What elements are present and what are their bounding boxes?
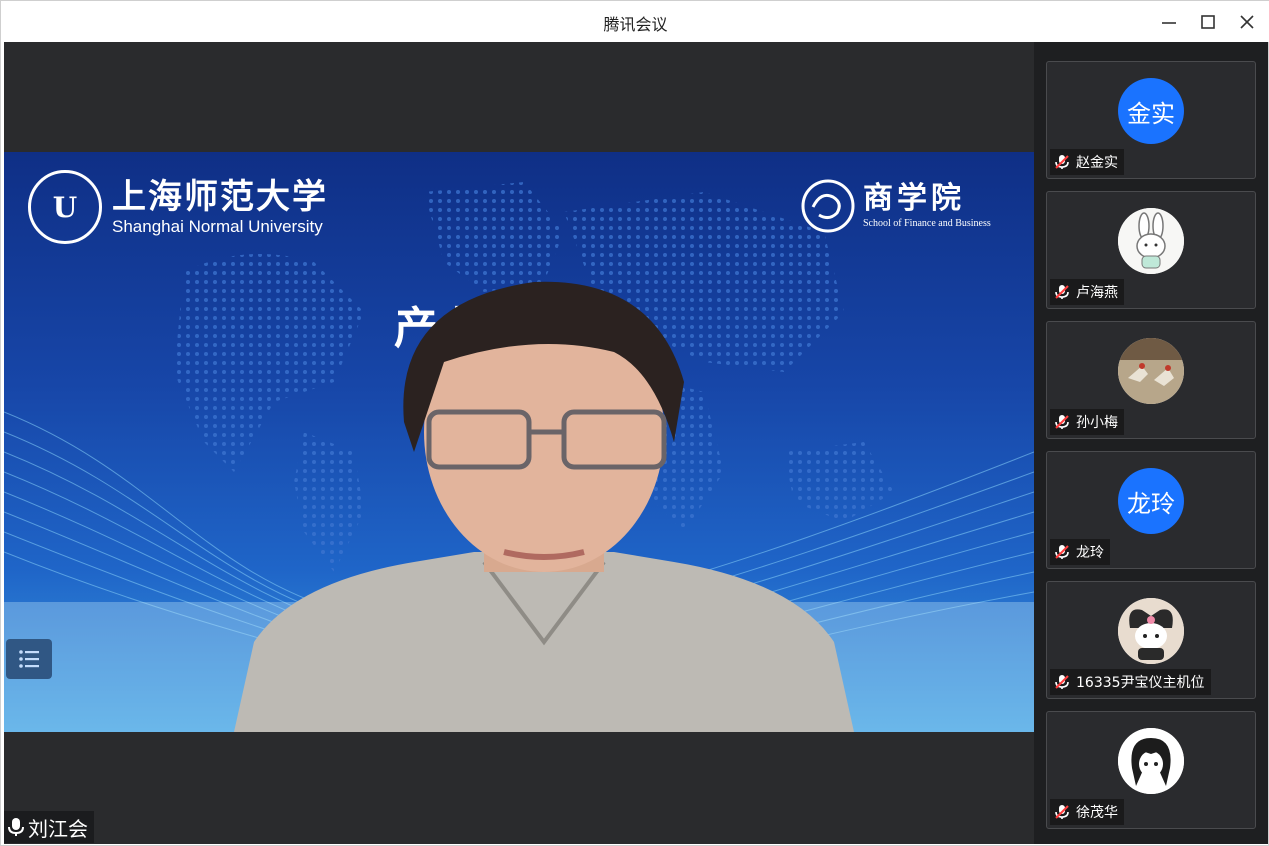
mic-muted-icon [1054, 804, 1070, 820]
anime-girl-avatar-icon [1118, 728, 1184, 794]
layout-list-button[interactable] [6, 639, 52, 679]
main-video-area: U 上海师范大学 Shanghai Normal University 商学院 … [4, 42, 1034, 844]
birds-avatar-icon [1118, 338, 1184, 404]
participant-name: 徐茂华 [1076, 805, 1118, 821]
microphone-icon [8, 818, 24, 836]
window-title: 腾讯会议 [603, 15, 668, 34]
dragon-emblem-icon [801, 179, 855, 233]
participant-tile[interactable]: 16335尹宝仪主机位 [1046, 581, 1256, 699]
close-icon [1240, 15, 1254, 29]
university-logo: U 上海师范大学 Shanghai Normal University [28, 170, 328, 244]
university-seal-icon: U [28, 170, 102, 244]
list-icon [19, 650, 39, 668]
university-name-en: Shanghai Normal University [112, 217, 323, 236]
mic-muted-icon [1054, 674, 1070, 690]
participant-tile[interactable]: 金实 赵金实 [1046, 61, 1256, 179]
speaker-video [234, 281, 854, 732]
mic-muted-icon [1054, 544, 1070, 560]
school-name-cn: 商学院 [863, 181, 965, 216]
mic-muted-icon [1054, 154, 1070, 170]
participant-name: 赵金实 [1076, 155, 1118, 171]
participant-name: 卢海燕 [1076, 285, 1118, 301]
participant-name: 孙小梅 [1076, 415, 1118, 431]
shared-screen: U 上海师范大学 Shanghai Normal University 商学院 … [4, 152, 1034, 732]
participant-label: 赵金实 [1050, 149, 1124, 175]
close-button[interactable] [1234, 9, 1260, 35]
participant-label: 孙小梅 [1050, 409, 1124, 435]
minimize-button[interactable] [1156, 9, 1182, 35]
participant-label: 16335尹宝仪主机位 [1050, 669, 1211, 695]
participant-tile[interactable]: 龙玲 龙玲 [1046, 451, 1256, 569]
participant-tile[interactable]: 卢海燕 [1046, 191, 1256, 309]
participant-tile[interactable]: 徐茂华 [1046, 711, 1256, 829]
maximize-icon [1201, 15, 1215, 29]
active-speaker-tag: 刘江会 [4, 811, 94, 843]
mic-muted-icon [1054, 414, 1070, 430]
participant-name: 16335尹宝仪主机位 [1076, 675, 1205, 691]
participant-name: 龙玲 [1076, 545, 1104, 561]
university-name-cn: 上海师范大学 [112, 177, 328, 217]
participant-tile[interactable]: 孙小梅 [1046, 321, 1256, 439]
active-speaker-name: 刘江会 [28, 816, 88, 841]
rabbit-avatar-icon [1118, 208, 1184, 274]
school-logo: 商学院 School of Finance and Business [799, 177, 991, 235]
mic-muted-icon [1054, 284, 1070, 300]
meeting-window: 腾讯会议 U 上海师范大学 Shanghai Normal University… [0, 0, 1269, 846]
school-name-en: School of Finance and Business [863, 218, 991, 229]
participant-sidebar: 金实 赵金实 卢海燕 孙小梅 龙玲 龙玲 16335尹宝仪主机位 徐茂华 [1034, 42, 1268, 844]
participant-label: 徐茂华 [1050, 799, 1124, 825]
participant-label: 龙玲 [1050, 539, 1110, 565]
avatar: 龙玲 [1118, 468, 1184, 534]
avatar: 金实 [1118, 78, 1184, 144]
kuromi-avatar-icon [1118, 598, 1184, 664]
title-bar: 腾讯会议 [1, 1, 1269, 42]
maximize-button[interactable] [1195, 9, 1221, 35]
minimize-icon [1162, 22, 1176, 24]
participant-label: 卢海燕 [1050, 279, 1124, 305]
